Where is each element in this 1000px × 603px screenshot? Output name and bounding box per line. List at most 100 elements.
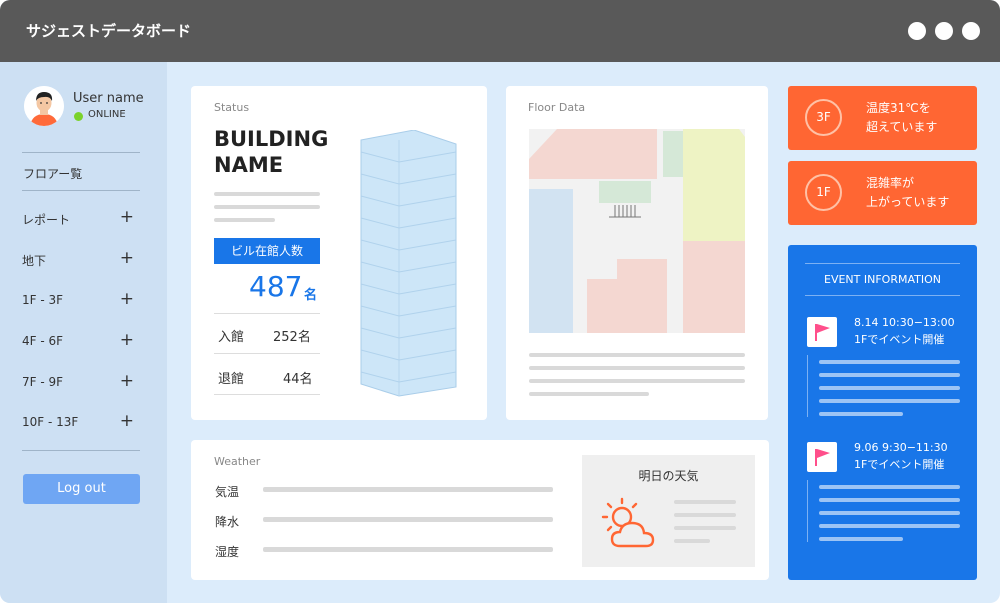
floor-data-card: Floor Data [506, 86, 768, 420]
placeholder-line [819, 412, 903, 416]
divider [22, 450, 140, 451]
expand-plus-icon[interactable]: + [120, 330, 134, 350]
sidebar-item-label: 10F - 13F [22, 415, 79, 429]
divider [22, 190, 140, 191]
user-name: User name [73, 91, 144, 106]
alert-line: 混雑率が [866, 176, 915, 190]
event-panel-title: EVENT INFORMATION [824, 273, 941, 286]
placeholder-line [674, 526, 736, 530]
sidebar-item-4f-6f[interactable]: 4F - 6F + [22, 330, 140, 352]
row-divider [214, 353, 320, 354]
expand-plus-icon[interactable]: + [120, 289, 134, 309]
placeholder-line [819, 360, 960, 364]
logout-button[interactable]: Log out [23, 474, 140, 504]
exited-value: 44名 [283, 372, 313, 387]
floor-list-label: フロアー覧 [23, 167, 83, 181]
timeline-line [807, 355, 808, 417]
sidebar-item-label: 1F - 3F [22, 293, 64, 307]
card-label: Floor Data [528, 101, 586, 114]
card-label: Status [214, 101, 250, 114]
placeholder-line [263, 487, 553, 492]
building-name-line: NAME [214, 153, 284, 177]
placeholder-line [529, 392, 649, 396]
alert-card-1f[interactable]: 1F 混雑率が 上がっています [788, 161, 977, 225]
timeline-line [807, 480, 808, 542]
alert-line: 上がっています [866, 195, 950, 209]
event-item[interactable]: 9.06 9:30−11:30 1Fでイベント開催 [854, 439, 948, 473]
placeholder-line [529, 366, 745, 370]
avatar[interactable] [24, 86, 64, 126]
expand-plus-icon[interactable]: + [120, 371, 134, 391]
placeholder-line [819, 524, 960, 528]
row-divider [214, 313, 320, 314]
window-control-dot[interactable] [962, 22, 980, 40]
sidebar-item-10f-13f[interactable]: 10F - 13F + [22, 411, 140, 433]
sidebar: User name ONLINE フロアー覧 レポート + 地下 + 1F - … [0, 62, 167, 603]
expand-plus-icon[interactable]: + [120, 207, 134, 227]
building-illustration-icon [360, 130, 457, 397]
weather-row-label: 気温 [215, 485, 240, 499]
alert-card-3f[interactable]: 3F 温度31℃を 超えています [788, 86, 977, 150]
placeholder-line [674, 500, 736, 504]
occupancy-unit: 名 [304, 288, 318, 303]
event-description: 1Fでイベント開催 [854, 458, 945, 471]
floor-map-icon [529, 129, 745, 333]
placeholder-line [819, 373, 960, 377]
placeholder-line [819, 498, 960, 502]
divider [805, 295, 960, 296]
placeholder-line [214, 192, 320, 196]
expand-plus-icon[interactable]: + [120, 248, 134, 268]
placeholder-line [674, 513, 736, 517]
forecast-title: 明日の天気 [638, 469, 699, 483]
building-name: BUILDING NAME [214, 126, 328, 178]
event-information-panel: EVENT INFORMATION 8.14 10:30−13:00 1Fでイベ… [788, 245, 977, 580]
alert-message: 温度31℃を 超えています [866, 99, 937, 137]
sidebar-item-basement[interactable]: 地下 + [22, 248, 140, 270]
online-status-icon [74, 112, 83, 121]
event-flag-icon [807, 317, 837, 347]
placeholder-line [263, 547, 553, 552]
user-avatar-icon [24, 86, 64, 126]
weather-row-label: 湿度 [215, 545, 240, 559]
building-name-line: BUILDING [214, 127, 329, 151]
weather-row-label: 降水 [215, 515, 240, 529]
sidebar-item-7f-9f[interactable]: 7F - 9F + [22, 371, 140, 393]
placeholder-line [819, 537, 903, 541]
event-item[interactable]: 8.14 10:30−13:00 1Fでイベント開催 [854, 314, 955, 348]
placeholder-line [674, 539, 710, 543]
partly-cloudy-icon [601, 497, 655, 548]
alert-message: 混雑率が 上がっています [866, 174, 949, 212]
occupancy-count: 487 [249, 270, 303, 303]
sidebar-item-label: 7F - 9F [22, 375, 64, 389]
alert-line: 超えています [866, 120, 938, 134]
sidebar-item-report[interactable]: レポート + [22, 207, 140, 229]
forecast-panel: 明日の天気 [582, 455, 755, 567]
window-title: サジェストデータボード [26, 22, 192, 40]
window-controls [908, 22, 980, 40]
sidebar-item-label: レポート [22, 213, 71, 227]
placeholder-line [819, 386, 960, 390]
app-window: サジェストデータボード User name ONLINE フロアー覧 レポート … [0, 0, 1000, 603]
divider [22, 152, 140, 153]
placeholder-line [529, 353, 745, 357]
card-label: Weather [214, 455, 261, 468]
user-status: ONLINE [88, 109, 126, 120]
window-control-dot[interactable] [935, 22, 953, 40]
placeholder-line [529, 379, 745, 383]
placeholder-line [819, 511, 960, 515]
alert-line: 温度31℃を [866, 101, 931, 115]
sidebar-item-1f-3f[interactable]: 1F - 3F + [22, 289, 140, 311]
floor-badge: 3F [805, 99, 842, 136]
event-datetime: 8.14 10:30−13:00 [854, 316, 955, 329]
expand-plus-icon[interactable]: + [120, 411, 134, 431]
row-divider [214, 394, 320, 395]
placeholder-line [214, 218, 275, 222]
placeholder-line [819, 399, 960, 403]
window-control-dot[interactable] [908, 22, 926, 40]
title-bar: サジェストデータボード [0, 0, 1000, 62]
placeholder-line [819, 485, 960, 489]
entered-label: 入館 [218, 330, 245, 345]
floor-badge: 1F [805, 174, 842, 211]
event-flag-icon [807, 442, 837, 472]
sidebar-item-label: 地下 [22, 254, 47, 268]
